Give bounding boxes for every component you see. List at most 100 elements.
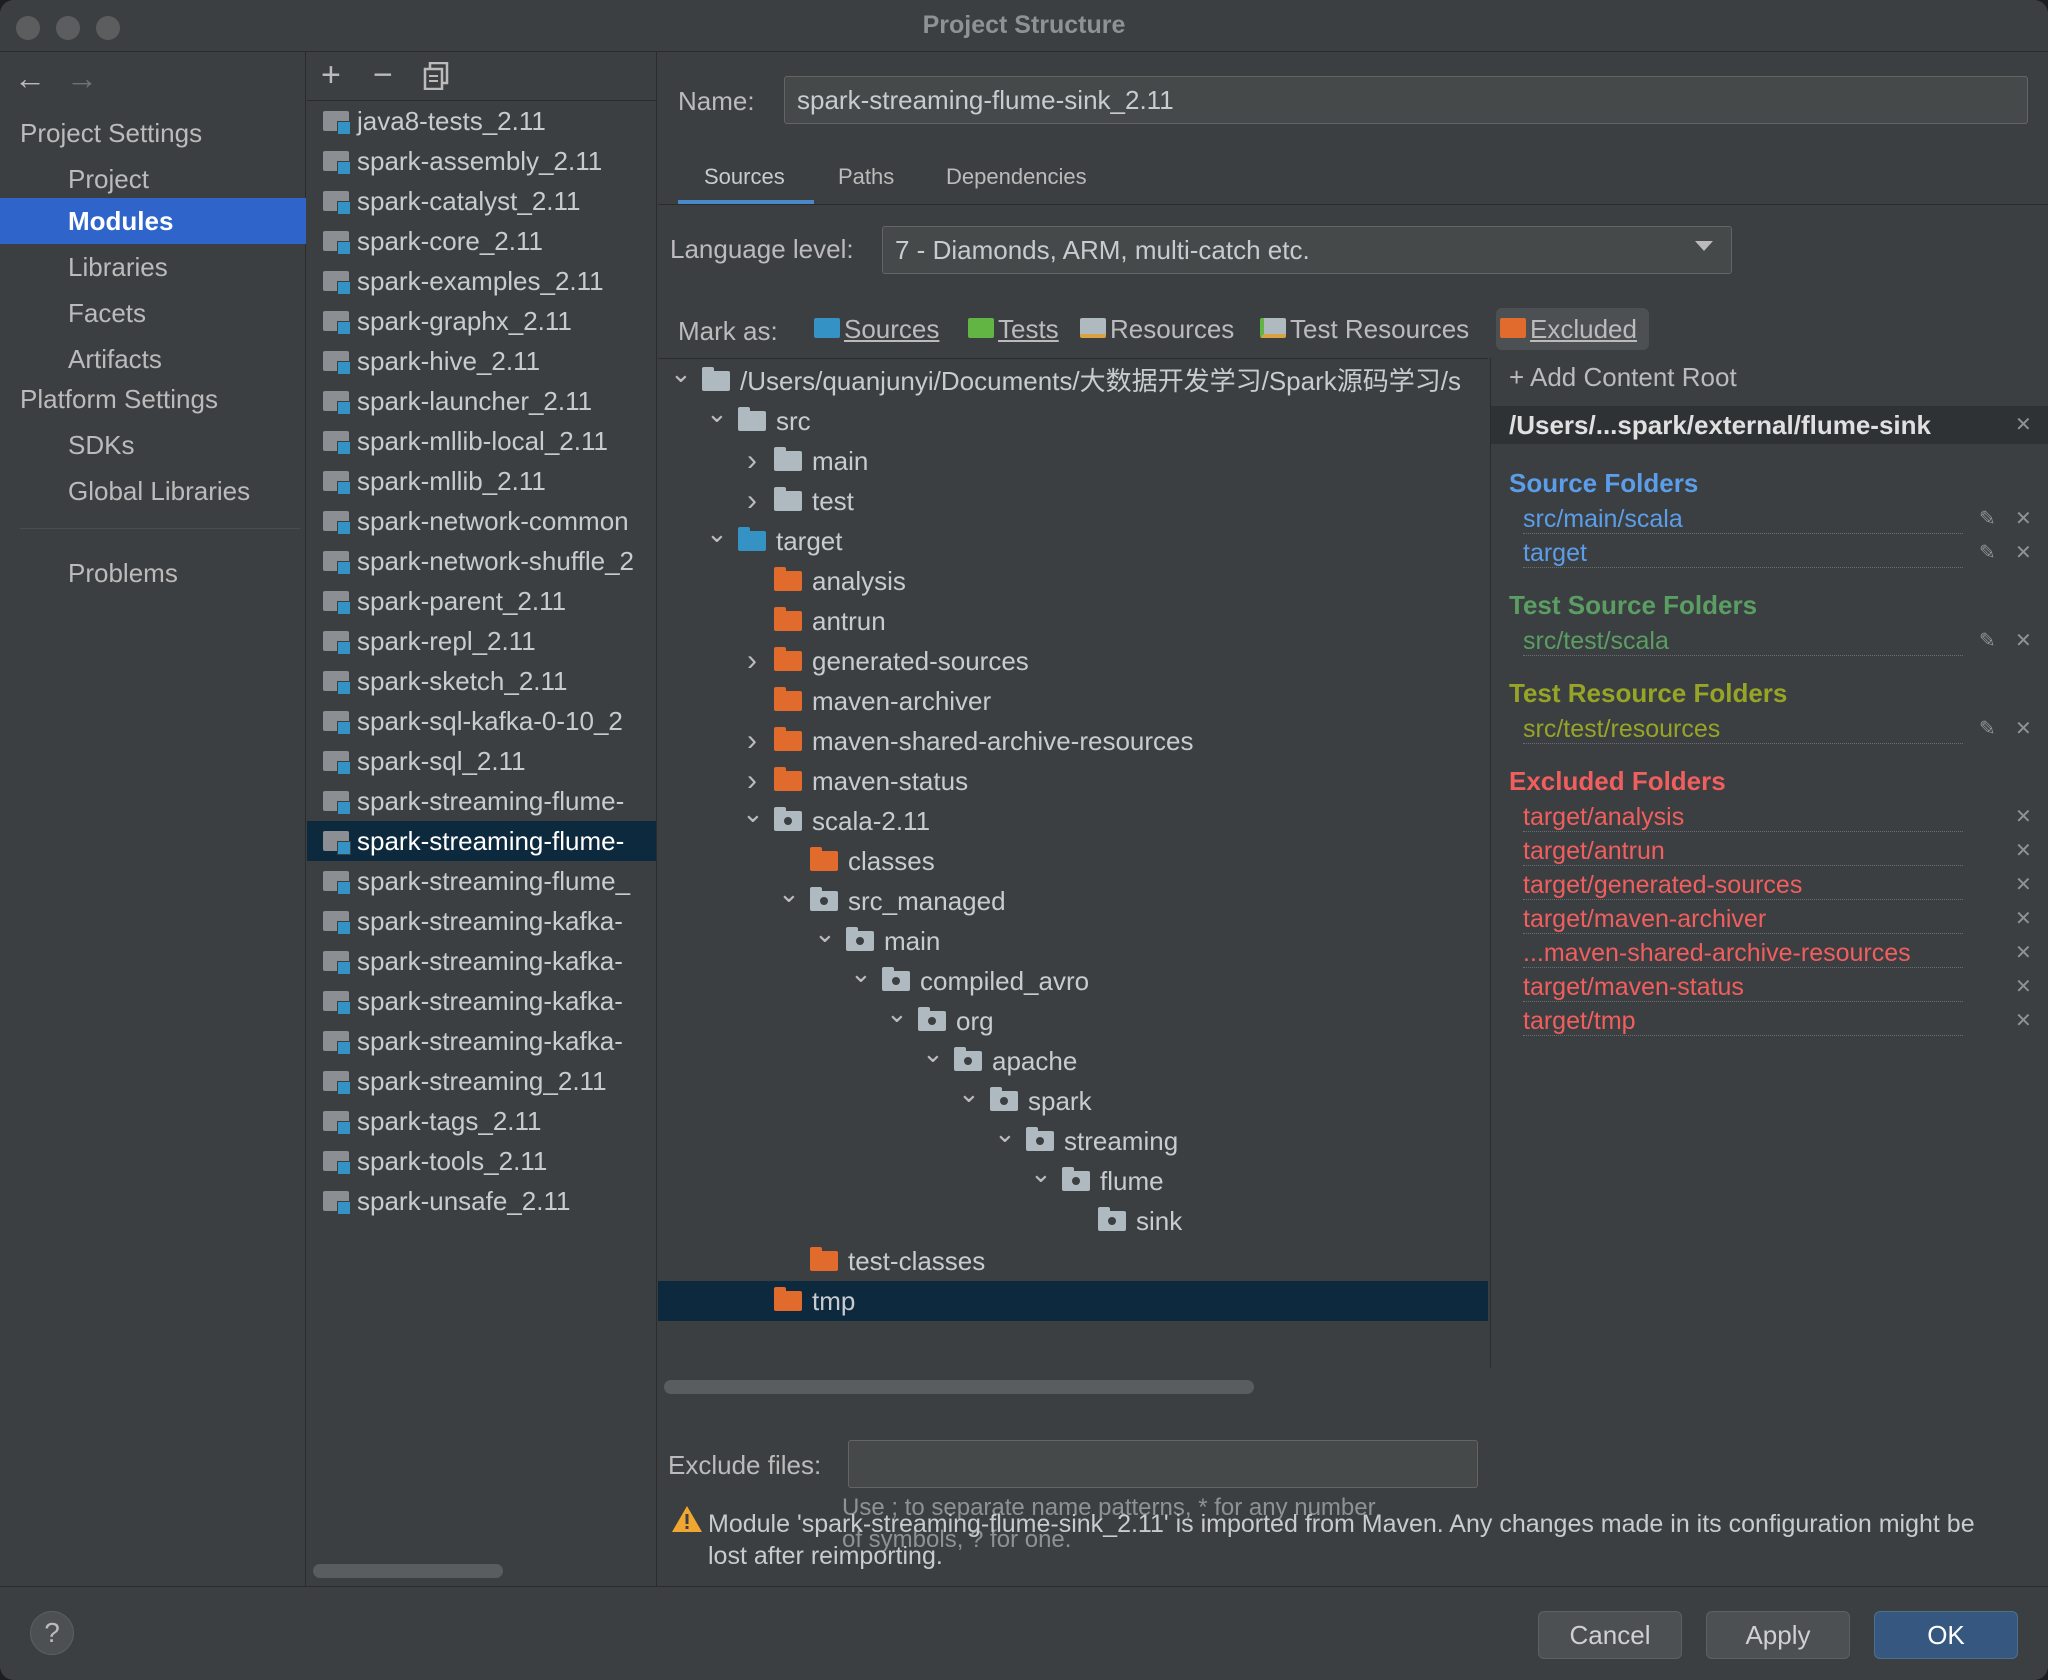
help-button[interactable]: ? bbox=[30, 1611, 74, 1655]
module-list-item[interactable]: spark-sketch_2.11 bbox=[307, 661, 656, 701]
nav-item-sdks[interactable]: SDKs bbox=[0, 422, 306, 468]
tree-node[interactable]: ⌄ streaming bbox=[658, 1118, 1488, 1161]
chevron-down-icon[interactable]: ⌄ bbox=[706, 393, 728, 433]
module-list-item[interactable]: spark-streaming-kafka- bbox=[307, 941, 656, 981]
module-list-item[interactable]: spark-streaming-kafka- bbox=[307, 1021, 656, 1061]
close-icon[interactable]: ✕ bbox=[2015, 628, 2032, 653]
tree-node[interactable]: ⌄ org bbox=[658, 998, 1488, 1041]
chevron-down-icon[interactable]: ⌄ bbox=[778, 873, 800, 913]
nav-item-project[interactable]: Project bbox=[0, 156, 306, 202]
chevron-down-icon[interactable]: ⌄ bbox=[850, 953, 872, 993]
cancel-button[interactable]: Cancel bbox=[1538, 1611, 1682, 1659]
close-icon[interactable]: ✕ bbox=[2015, 804, 2032, 829]
module-list-item[interactable]: spark-examples_2.11 bbox=[307, 261, 656, 301]
tree-horizontal-scrollbar[interactable] bbox=[664, 1380, 1254, 1394]
add-module-button[interactable]: + bbox=[321, 56, 341, 95]
tree-node[interactable]: maven-archiver bbox=[658, 681, 1488, 721]
tree-node[interactable]: analysis bbox=[658, 561, 1488, 601]
tree-node[interactable]: ⌄ main bbox=[658, 918, 1488, 961]
module-list-item[interactable]: spark-assembly_2.11 bbox=[307, 141, 656, 181]
tree-node[interactable]: ⌄ target bbox=[658, 518, 1488, 561]
chevron-down-icon[interactable]: ⌄ bbox=[706, 513, 728, 553]
module-list-item[interactable]: spark-graphx_2.11 bbox=[307, 301, 656, 341]
tree-node[interactable]: ⌄ compiled_avro bbox=[658, 958, 1488, 1001]
tree-node[interactable]: test-classes bbox=[658, 1241, 1488, 1281]
close-icon[interactable]: ✕ bbox=[2015, 940, 2032, 965]
edit-icon[interactable]: ✎ bbox=[1979, 506, 1996, 531]
chevron-right-icon[interactable]: › bbox=[742, 721, 762, 761]
tree-node[interactable]: ⌄ apache bbox=[658, 1038, 1488, 1081]
module-list-item[interactable]: spark-streaming_2.11 bbox=[307, 1061, 656, 1101]
chevron-down-icon[interactable]: ⌄ bbox=[814, 913, 836, 953]
chevron-down-icon[interactable]: ⌄ bbox=[886, 993, 908, 1033]
tree-node[interactable]: tmp bbox=[658, 1281, 1488, 1321]
close-icon[interactable]: ✕ bbox=[2015, 540, 2032, 565]
close-icon[interactable]: ✕ bbox=[2015, 838, 2032, 863]
module-list-item[interactable]: spark-network-shuffle_2 bbox=[307, 541, 656, 581]
tree-node[interactable]: ⌄ /Users/quanjunyi/Documents/大数据开发学习/Spar… bbox=[658, 359, 1488, 401]
chevron-down-icon[interactable]: ⌄ bbox=[670, 359, 692, 393]
module-list-item[interactable]: spark-streaming-flume_ bbox=[307, 861, 656, 901]
module-list-scrollbar[interactable] bbox=[313, 1564, 503, 1578]
mark-as-excluded-button[interactable]: Excluded bbox=[1496, 308, 1649, 350]
tree-node[interactable]: › test bbox=[658, 481, 1488, 521]
arrow-left-icon[interactable]: ← bbox=[14, 60, 46, 97]
close-icon[interactable]: ✕ bbox=[2015, 412, 2032, 437]
edit-icon[interactable]: ✎ bbox=[1979, 628, 1996, 653]
tab-sources[interactable]: Sources bbox=[704, 164, 785, 190]
tree-node[interactable]: ⌄ src_managed bbox=[658, 878, 1488, 921]
nav-item-facets[interactable]: Facets bbox=[0, 290, 306, 336]
module-list-item[interactable]: spark-tools_2.11 bbox=[307, 1141, 656, 1181]
tree-node[interactable]: › main bbox=[658, 441, 1488, 481]
module-list-item[interactable]: spark-tags_2.11 bbox=[307, 1101, 656, 1141]
module-list-item[interactable]: spark-streaming-kafka- bbox=[307, 901, 656, 941]
module-list-item[interactable]: spark-repl_2.11 bbox=[307, 621, 656, 661]
nav-item-libraries[interactable]: Libraries bbox=[0, 244, 306, 290]
chevron-right-icon[interactable]: › bbox=[742, 481, 762, 521]
tree-node[interactable]: ⌄ scala-2.11 bbox=[658, 798, 1488, 841]
mark-as-tests-button[interactable]: Tests bbox=[964, 308, 1059, 350]
module-list-item[interactable]: spark-catalyst_2.11 bbox=[307, 181, 656, 221]
close-icon[interactable]: ✕ bbox=[2015, 1008, 2032, 1033]
close-icon[interactable]: ✕ bbox=[2015, 974, 2032, 999]
module-list-item[interactable]: spark-streaming-kafka- bbox=[307, 981, 656, 1021]
arrow-right-icon[interactable]: → bbox=[66, 60, 98, 97]
module-list-item[interactable]: spark-streaming-flume- bbox=[307, 781, 656, 821]
copy-icon[interactable] bbox=[423, 60, 449, 99]
close-icon[interactable]: ✕ bbox=[2015, 716, 2032, 741]
module-list-item[interactable]: spark-sql-kafka-0-10_2 bbox=[307, 701, 656, 741]
module-list-item[interactable]: spark-streaming-flume- bbox=[307, 821, 656, 861]
module-list-item[interactable]: spark-core_2.11 bbox=[307, 221, 656, 261]
tree-node[interactable]: ⌄ flume bbox=[658, 1158, 1488, 1201]
module-list-item[interactable]: spark-sql_2.11 bbox=[307, 741, 656, 781]
module-name-field[interactable]: spark-streaming-flume-sink_2.11 bbox=[784, 76, 2028, 124]
chevron-down-icon[interactable]: ⌄ bbox=[994, 1113, 1016, 1153]
tree-node[interactable]: › generated-sources bbox=[658, 641, 1488, 681]
chevron-right-icon[interactable]: › bbox=[742, 441, 762, 481]
module-list-item[interactable]: spark-hive_2.11 bbox=[307, 341, 656, 381]
chevron-down-icon[interactable]: ⌄ bbox=[922, 1033, 944, 1073]
module-list-item[interactable]: spark-launcher_2.11 bbox=[307, 381, 656, 421]
apply-button[interactable]: Apply bbox=[1706, 1611, 1850, 1659]
mark-as-resources-button[interactable]: Resources bbox=[1076, 308, 1234, 350]
tree-node[interactable]: ⌄ spark bbox=[658, 1078, 1488, 1121]
ok-button[interactable]: OK bbox=[1874, 1611, 2018, 1659]
nav-item-global-libraries[interactable]: Global Libraries bbox=[0, 468, 306, 514]
chevron-down-icon[interactable]: ⌄ bbox=[742, 793, 764, 833]
tree-node[interactable]: antrun bbox=[658, 601, 1488, 641]
module-list-item[interactable]: spark-unsafe_2.11 bbox=[307, 1181, 656, 1221]
language-level-select[interactable]: 7 - Diamonds, ARM, multi-catch etc. bbox=[882, 226, 1732, 274]
chevron-right-icon[interactable]: › bbox=[742, 641, 762, 681]
nav-item-artifacts[interactable]: Artifacts bbox=[0, 336, 306, 382]
add-content-root-button[interactable]: + Add Content Root bbox=[1509, 362, 1737, 393]
tree-node[interactable]: › maven-shared-archive-resources bbox=[658, 721, 1488, 761]
tree-node[interactable]: › maven-status bbox=[658, 761, 1488, 801]
mark-as-test-resources-button[interactable]: Test Resources bbox=[1256, 308, 1469, 350]
mark-as-sources-button[interactable]: Sources bbox=[810, 308, 939, 350]
nav-item-problems[interactable]: Problems bbox=[0, 550, 306, 596]
tree-node[interactable]: ⌄ src bbox=[658, 398, 1488, 441]
edit-icon[interactable]: ✎ bbox=[1979, 716, 1996, 741]
close-icon[interactable]: ✕ bbox=[2015, 906, 2032, 931]
nav-item-modules[interactable]: Modules bbox=[0, 198, 306, 244]
tree-node[interactable]: sink bbox=[658, 1201, 1488, 1241]
